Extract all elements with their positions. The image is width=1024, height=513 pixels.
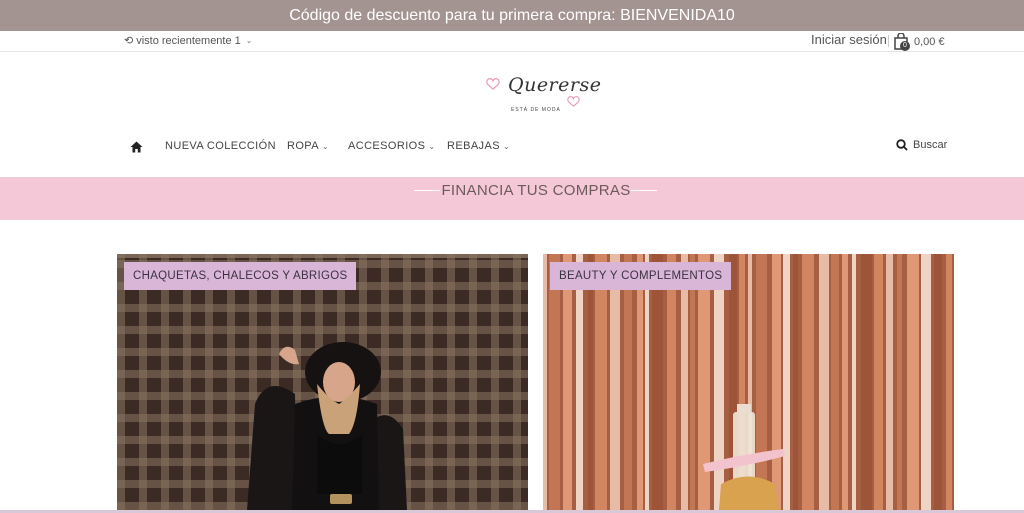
recently-viewed-dropdown[interactable]: ⟲ visto recientemente 1 ⌄ (124, 34, 253, 48)
beauty-photo (543, 254, 954, 510)
chevron-down-icon: ⌄ (428, 142, 436, 151)
category-badge: BEAUTY Y COMPLEMENTOS (550, 262, 732, 290)
nav-item-label: ACCESORIOS (348, 140, 426, 152)
utility-bar: ⟲ visto recientemente 1 ⌄ Iniciar sesión… (0, 31, 1024, 52)
recently-viewed-label: visto recientemente 1 (136, 34, 241, 47)
jackets-photo (117, 254, 528, 510)
chevron-down-icon: ⌄ (245, 36, 253, 45)
nav-item-rebajas[interactable]: REBAJAS ⌄ (447, 140, 510, 152)
search-label: Buscar (913, 139, 948, 151)
heart-icon (567, 96, 580, 107)
chevron-down-icon: ⌄ (502, 142, 511, 151)
cart-count-badge: 0 (900, 41, 910, 51)
category-tile-chaquetas[interactable]: CHAQUETAS, CHALECOS Y ABRIGOS (117, 254, 528, 510)
logo-tagline: ESTÁ DE MODA (511, 107, 561, 113)
search-button[interactable]: Buscar (896, 139, 947, 151)
nav-item-label: ROPA (287, 140, 319, 152)
nav-item-nueva-coleccion[interactable]: NUEVA COLECCIÓN (165, 140, 276, 152)
history-icon: ⟲ (124, 35, 134, 47)
nav-item-label: NUEVA COLECCIÓN (165, 140, 276, 152)
cart-button[interactable]: 0 0,00 € (893, 31, 945, 52)
chevron-down-icon: ⌄ (321, 142, 330, 151)
nav-item-label: REBAJAS (447, 140, 500, 152)
promo-banner: Código de descuento para tu primera comp… (0, 0, 1024, 31)
store-logo[interactable]: Quererse ESTÁ DE MODA (484, 70, 601, 116)
finance-link[interactable]: FINANCIA TUS COMPRAS (0, 182, 1024, 199)
utility-divider (888, 35, 889, 47)
finance-banner: FINANCIA TUS COMPRAS (0, 177, 1024, 220)
category-badge: CHAQUETAS, CHALECOS Y ABRIGOS (124, 262, 357, 290)
search-icon (896, 139, 908, 151)
login-link[interactable]: Iniciar sesión (811, 32, 887, 47)
main-navigation: NUEVA COLECCIÓN ROPA ⌄ ACCESORIOS ⌄ REBAJA… (0, 134, 1024, 160)
category-tile-beauty[interactable]: BEAUTY Y COMPLEMENTOS (543, 254, 954, 510)
cart-bag-icon: 0 (893, 33, 910, 51)
heart-icon (486, 78, 500, 90)
nav-item-accesorios[interactable]: ACCESORIOS ⌄ (348, 140, 435, 152)
cart-total: 0,00 € (914, 35, 945, 48)
nav-item-ropa[interactable]: ROPA ⌄ (287, 140, 329, 152)
promo-text: Código de descuento para tu primera comp… (289, 6, 735, 24)
logo-wordmark: Quererse (508, 74, 602, 96)
home-icon[interactable] (130, 140, 143, 158)
